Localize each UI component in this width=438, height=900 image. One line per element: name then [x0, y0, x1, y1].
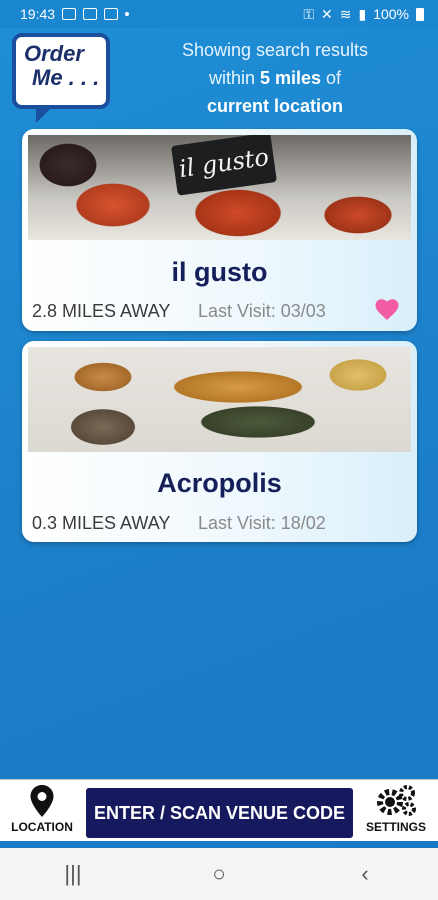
venue-distance: 2.8 MILES AWAY — [32, 301, 171, 321]
venue-image — [28, 347, 411, 452]
venue-image: il gusto — [28, 135, 411, 240]
vpn-key-icon: ⚿ — [303, 5, 314, 22]
gears-icon — [377, 785, 416, 816]
android-nav-bar: ||| ○ ‹ — [0, 848, 438, 900]
summary-line3: current location — [206, 96, 344, 116]
bottom-bar: LOCATION ENTER / SCAN VENUE CODE SETTING… — [0, 779, 438, 841]
recents-button[interactable]: ||| — [43, 861, 103, 887]
wifi-icon: ≋ — [339, 5, 352, 22]
mute-icon: ✕ — [321, 5, 333, 22]
logo-line1: Order — [24, 41, 84, 66]
location-pin-icon — [30, 785, 54, 817]
home-icon — [104, 8, 119, 20]
venue-card[interactable]: il gusto il gusto 2.8 MILES AWAY Last Vi… — [22, 129, 417, 331]
order-me-logo: Order Me . . . — [12, 33, 110, 123]
venue-distance: 0.3 MILES AWAY — [32, 513, 171, 533]
favorite-heart-icon[interactable] — [375, 299, 399, 321]
venue-name: il gusto — [171, 257, 268, 287]
status-left: 19:43 — [20, 6, 130, 22]
location-button[interactable]: LOCATION — [8, 784, 76, 834]
status-time: 19:43 — [20, 6, 56, 22]
location-label: LOCATION — [11, 820, 73, 834]
search-radius: 5 miles — [259, 68, 322, 88]
settings-label: SETTINGS — [365, 820, 426, 834]
status-right: ⚿ ✕ ≋ ▮ 100% — [303, 6, 424, 23]
venue-name: Acropolis — [157, 468, 282, 498]
linkedin-icon — [62, 8, 77, 20]
shield-icon — [83, 8, 98, 20]
enter-scan-venue-code-button[interactable]: ENTER / SCAN VENUE CODE — [86, 788, 353, 838]
status-bar: 19:43 ⚿ ✕ ≋ ▮ 100% — [0, 0, 438, 28]
venue-last-visit: Last Visit: 18/02 — [198, 513, 326, 533]
battery-percent: 100% — [373, 6, 409, 22]
battery-icon — [416, 7, 424, 21]
summary-line2: within 5 miles of — [208, 68, 342, 88]
dot-icon — [125, 12, 130, 16]
summary-line1: Showing search results — [181, 40, 369, 60]
venue-card[interactable]: Acropolis 0.3 MILES AWAY Last Visit: 18/… — [22, 341, 417, 542]
settings-button[interactable]: SETTINGS — [362, 784, 430, 834]
search-summary: Showing search results within 5 miles of… — [160, 36, 390, 120]
venue-image-sign: il gusto — [171, 135, 277, 196]
venue-last-visit: Last Visit: 03/03 — [198, 301, 326, 321]
logo-line2: Me . . . — [32, 65, 100, 90]
signal-icon: ▮ — [358, 5, 367, 22]
back-button[interactable]: ‹ — [335, 861, 395, 887]
home-button[interactable]: ○ — [189, 861, 249, 887]
